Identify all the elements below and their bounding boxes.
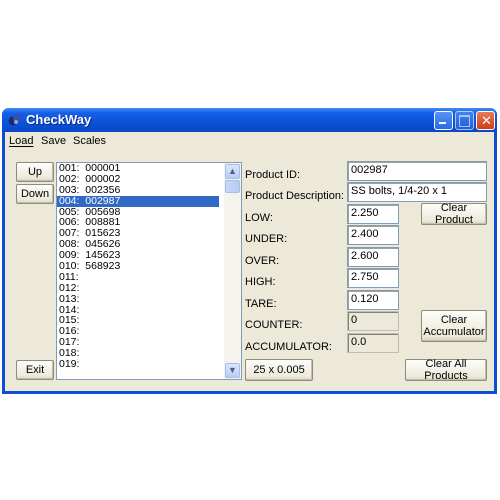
menu-scales[interactable]: Scales [73, 135, 106, 147]
title-bar[interactable]: CheckWay ✕ [2, 108, 497, 132]
tare-field[interactable]: 0.120 [347, 290, 399, 310]
low-field[interactable]: 2.250 [347, 204, 399, 224]
list-item[interactable]: 016: [57, 326, 219, 337]
high-field[interactable]: 2.750 [347, 268, 399, 288]
under-label: UNDER: [245, 233, 288, 245]
clear-accumulator-button[interactable]: Clear Accumulator [421, 310, 487, 342]
accumulator-field: 0.0 [347, 333, 399, 353]
over-field[interactable]: 2.600 [347, 247, 399, 267]
counter-label: COUNTER: [245, 319, 303, 331]
tare-label: TARE: [245, 298, 277, 310]
menu-save[interactable]: Save [41, 135, 66, 147]
maximize-icon [459, 115, 470, 127]
checkway-window: CheckWay ✕ Load Save Scales Up Down Exit… [2, 108, 497, 394]
minimize-icon [439, 122, 446, 124]
menu-load[interactable]: Load [9, 135, 33, 147]
list-item[interactable]: 004: 002987 [57, 195, 219, 207]
scale-info-button[interactable]: 25 x 0.005 [245, 359, 313, 381]
scroll-up-icon[interactable]: ▲ [225, 164, 240, 179]
list-item[interactable]: 013: [57, 293, 219, 305]
exit-button[interactable]: Exit [16, 360, 54, 380]
scroll-down-icon[interactable]: ▼ [225, 363, 240, 378]
low-label: LOW: [245, 212, 273, 224]
up-button[interactable]: Up [16, 162, 54, 182]
list-item[interactable]: 010: 568923 [57, 261, 219, 272]
window-title: CheckWay [26, 112, 92, 127]
high-label: HIGH: [245, 276, 276, 288]
product-description-label: Product Description: [245, 190, 345, 202]
list-item[interactable]: 018: [57, 348, 219, 359]
minimize-button[interactable] [434, 111, 453, 130]
accumulator-label: ACCUMULATOR: [245, 341, 332, 353]
product-list[interactable]: 001: 000001 002: 000002 003: 002356 004: 00… [56, 162, 242, 380]
clear-all-products-button[interactable]: Clear All Products [405, 358, 487, 382]
list-item[interactable]: 019: [57, 359, 219, 370]
list-item[interactable]: 012: [57, 282, 219, 294]
app-icon [8, 114, 21, 126]
counter-field: 0 [347, 311, 399, 331]
product-list-items: 001: 000001 002: 000002 003: 002356 004: 00… [57, 163, 241, 370]
list-item[interactable]: 015: [57, 315, 219, 326]
clear-product-button[interactable]: Clear Product [421, 202, 487, 226]
over-label: OVER: [245, 255, 280, 267]
product-description-field[interactable]: SS bolts, 1/4-20 x 1 [347, 182, 487, 202]
product-id-field[interactable]: 002987 [347, 161, 487, 181]
product-id-label: Product ID: [245, 169, 301, 181]
list-item[interactable]: 014: [57, 304, 219, 316]
down-button[interactable]: Down [16, 184, 54, 204]
menu-bar: Load Save Scales [5, 132, 494, 150]
maximize-button[interactable] [455, 111, 474, 130]
close-button[interactable]: ✕ [476, 111, 495, 130]
under-field[interactable]: 2.400 [347, 225, 399, 245]
list-scrollbar[interactable]: ▲ ▼ [224, 163, 241, 379]
list-item[interactable]: 017: [57, 337, 219, 348]
list-item[interactable]: 011: [57, 272, 219, 283]
close-icon: ✕ [481, 113, 492, 128]
client-area: Load Save Scales Up Down Exit 001: 00000… [5, 132, 494, 391]
scroll-thumb[interactable] [225, 180, 240, 193]
